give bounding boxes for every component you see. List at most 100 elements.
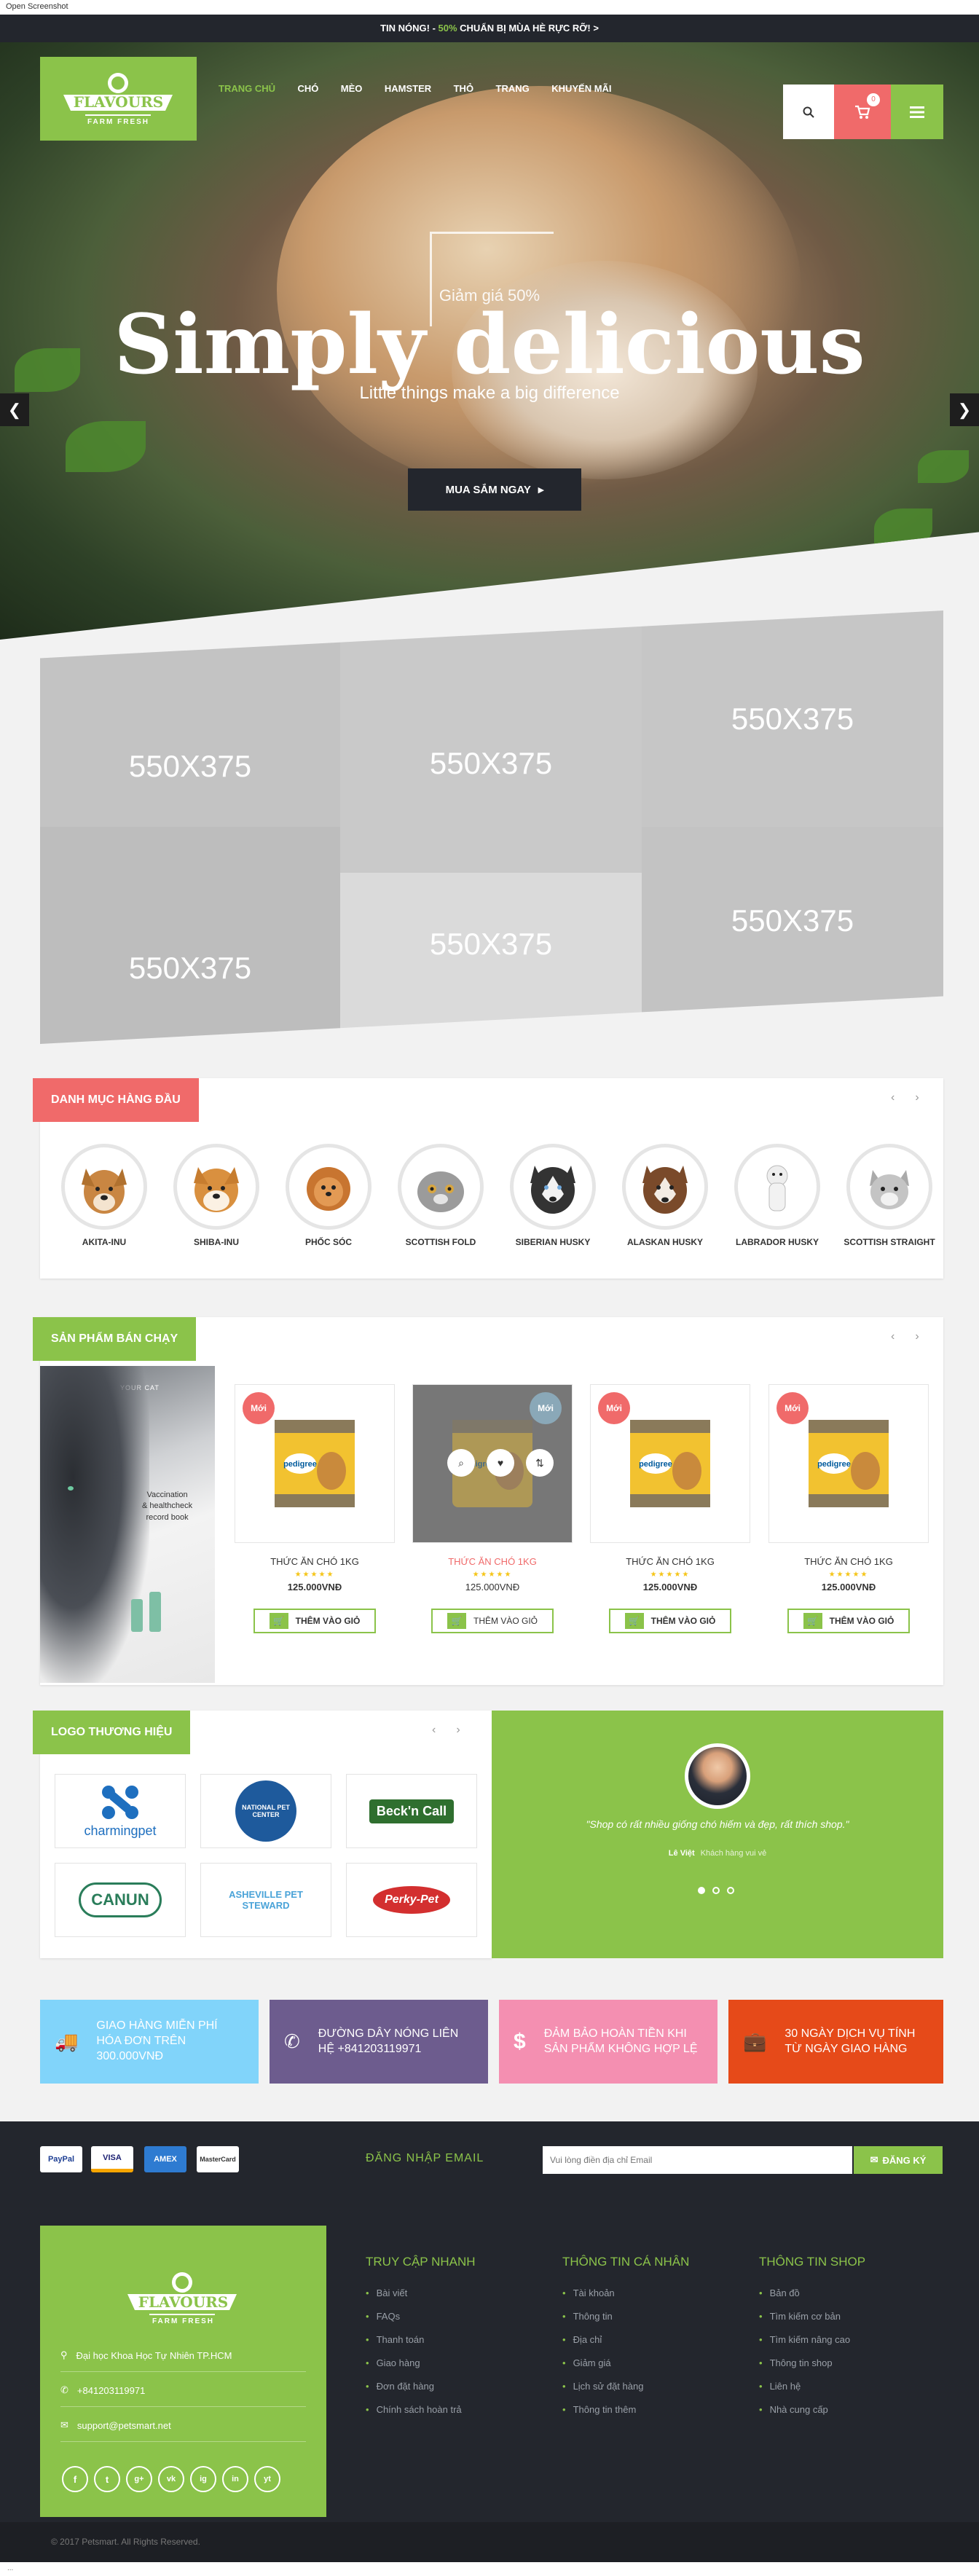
add-to-cart-button[interactable]: 🛒 THÊM VÀO GIỎ: [253, 1609, 376, 1633]
carousel-dot[interactable]: [712, 1887, 720, 1894]
cart-button[interactable]: [834, 85, 891, 139]
footer-phone[interactable]: ✆ +841203119971: [60, 2384, 306, 2396]
announcement-bar[interactable]: TIN NÓNG! - 50% CHUẨN BỊ MÙA HÈ RỰC RỠ! …: [0, 15, 979, 42]
footer-link[interactable]: Địa chỉ: [562, 2334, 643, 2345]
category-item[interactable]: SCOTTISH STRAIGHT: [842, 1144, 937, 1247]
instagram-icon[interactable]: ig: [190, 2466, 216, 2492]
product-image[interactable]: pedigree Mới ⌕ ♥ ⇅: [412, 1384, 573, 1543]
footer-link[interactable]: Thông tin: [562, 2311, 643, 2322]
footer-link[interactable]: Bài viết: [366, 2288, 462, 2298]
testimonial-role: Khách hàng vui vẻ: [700, 1849, 767, 1858]
footer-link[interactable]: Bản đồ: [759, 2288, 850, 2298]
product-image[interactable]: pedigree Mới: [235, 1384, 395, 1543]
brand-logo[interactable]: ASHEVILLE PET STEWARD: [200, 1863, 331, 1937]
footer-link[interactable]: Thông tin shop: [759, 2357, 850, 2368]
footer-link[interactable]: Chính sách hoàn trả: [366, 2404, 462, 2415]
heart-icon[interactable]: ♥: [487, 1449, 514, 1477]
carousel-dot[interactable]: [698, 1887, 705, 1894]
nav-item-dog[interactable]: CHÓ: [297, 83, 318, 94]
product-card[interactable]: pedigree Mới THỨC ĂN CHÓ 1KG ★★★★★ 125.0…: [235, 1384, 395, 1633]
carousel-prev-button[interactable]: ‹: [891, 1091, 895, 1104]
promo-banner[interactable]: 550X375: [642, 827, 943, 1044]
add-to-cart-label: THÊM VÀO GIỎ: [829, 1616, 895, 1626]
footer-link[interactable]: Tìm kiếm nâng cao: [759, 2334, 851, 2345]
footer-link[interactable]: Thông tin thêm: [562, 2404, 643, 2415]
product-name[interactable]: THỨC ĂN CHÓ 1KG: [235, 1556, 395, 1567]
footer-link[interactable]: Lịch sử đặt hàng: [562, 2381, 644, 2392]
service-money-back[interactable]: $ ĐẢM BẢO HOÀN TIỀN KHI SẢN PHẨM KHÔNG HỢ…: [499, 2000, 717, 2084]
brand-logo[interactable]: NATIONAL PET CENTER: [200, 1774, 331, 1848]
product-card[interactable]: pedigree Mới ⌕ ♥ ⇅ THỨC ĂN CHÓ 1KG ★★★★★…: [412, 1384, 573, 1633]
footer-email[interactable]: ✉ support@petsmart.net: [60, 2419, 306, 2431]
carousel-next-button[interactable]: ›: [915, 1330, 919, 1343]
shop-now-button[interactable]: MUA SẮM NGAY ▸: [408, 468, 581, 511]
category-item[interactable]: SCOTTISH FOLD: [393, 1144, 488, 1247]
brand-logo[interactable]: charmingpet: [55, 1774, 186, 1848]
footer-link[interactable]: Đơn đặt hàng: [366, 2381, 462, 2392]
add-to-cart-button[interactable]: 🛒 THÊM VÀO GIỎ: [609, 1609, 731, 1633]
brand-logo[interactable]: CANUN: [55, 1863, 186, 1937]
promo-banner[interactable]: 550X375: [340, 610, 642, 873]
service-free-shipping[interactable]: 🚚 GIAO HÀNG MIỄN PHÍ HÓA ĐƠN TRÊN 300.000…: [40, 2000, 259, 2084]
svg-text:pedigree: pedigree: [817, 1460, 851, 1469]
slider-next-button[interactable]: ❯: [950, 393, 979, 426]
nav-item-cat[interactable]: MÈO: [341, 83, 363, 94]
nav-item-home[interactable]: TRANG CHỦ: [219, 83, 275, 94]
footer-link[interactable]: Nhà cung cấp: [759, 2404, 850, 2415]
compare-icon[interactable]: ⇅: [526, 1449, 554, 1477]
carousel-next-button[interactable]: ›: [456, 1724, 460, 1736]
promo-banner[interactable]: 550X375: [340, 873, 642, 1044]
facebook-icon[interactable]: f: [62, 2466, 88, 2492]
product-name[interactable]: THỨC ĂN CHÓ 1KG: [590, 1556, 750, 1567]
footer-link[interactable]: Tài khoản: [562, 2288, 643, 2298]
nav-item-pages[interactable]: TRANG: [496, 83, 530, 94]
service-30-days[interactable]: 💼 30 NGÀY DỊCH VỤ TÍNH TỪ NGÀY GIAO HÀNG: [728, 2000, 943, 2084]
logo[interactable]: FLAVOURS FARM FRESH: [40, 57, 197, 141]
brand-logo[interactable]: Beck'n Call: [346, 1774, 477, 1848]
carousel-prev-button[interactable]: ‹: [432, 1724, 436, 1736]
slider-prev-button[interactable]: ❮: [0, 393, 29, 426]
category-item[interactable]: AKITA-INU: [57, 1144, 152, 1247]
nav-item-hamster[interactable]: HAMSTER: [385, 83, 431, 94]
product-name[interactable]: THỨC ĂN CHÓ 1KG: [412, 1556, 573, 1567]
product-image[interactable]: pedigree Mới: [768, 1384, 929, 1543]
add-to-cart-button[interactable]: 🛒 THÊM VÀO GIỎ: [431, 1609, 554, 1633]
category-item[interactable]: PHỐC SÓC: [281, 1144, 376, 1247]
footer-link[interactable]: FAQs: [366, 2311, 462, 2322]
product-image[interactable]: pedigree Mới: [590, 1384, 750, 1543]
twitter-icon[interactable]: t: [94, 2466, 120, 2492]
carousel-prev-button[interactable]: ‹: [891, 1330, 895, 1343]
product-name[interactable]: THỨC ĂN CHÓ 1KG: [768, 1556, 929, 1567]
footer-link[interactable]: Tìm kiếm cơ bản: [759, 2311, 850, 2322]
vaccination-promo-image[interactable]: YOUR CAT Vaccination & healthcheck recor…: [40, 1366, 215, 1683]
category-item[interactable]: LABRADOR HUSKY: [730, 1144, 825, 1247]
service-hotline[interactable]: ✆ ĐƯỜNG DÂY NÓNG LIÊN HỆ +841203119971: [270, 2000, 488, 2084]
nav-item-rabbit[interactable]: THỎ: [454, 83, 473, 94]
promo-banner[interactable]: 550X375: [40, 827, 340, 1044]
add-to-cart-button[interactable]: 🛒 THÊM VÀO GIỎ: [787, 1609, 910, 1633]
carousel-dot[interactable]: [727, 1887, 734, 1894]
nav-item-promotions[interactable]: KHUYẾN MÃI: [551, 83, 611, 94]
menu-button[interactable]: [891, 85, 943, 139]
vk-icon[interactable]: vk: [158, 2466, 184, 2492]
product-card[interactable]: pedigree Mới THỨC ĂN CHÓ 1KG ★★★★★ 125.0…: [590, 1384, 750, 1633]
promo-banner[interactable]: 550X375: [642, 610, 943, 827]
quick-view-icon[interactable]: ⌕: [447, 1449, 475, 1477]
category-item[interactable]: SHIBA-INU: [169, 1144, 264, 1247]
category-item[interactable]: ALASKAN HUSKY: [618, 1144, 712, 1247]
footer-link[interactable]: Giảm giá: [562, 2357, 643, 2368]
product-card[interactable]: pedigree Mới THỨC ĂN CHÓ 1KG ★★★★★ 125.0…: [768, 1384, 929, 1633]
subscribe-button[interactable]: ✉ ĐĂNG KÝ: [854, 2146, 943, 2174]
brand-logo[interactable]: Perky-Pet: [346, 1863, 477, 1937]
youtube-icon[interactable]: yt: [254, 2466, 280, 2492]
footer-link[interactable]: Thanh toán: [366, 2334, 462, 2345]
google-plus-icon[interactable]: g+: [126, 2466, 152, 2492]
email-input[interactable]: [543, 2146, 852, 2174]
carousel-next-button[interactable]: ›: [915, 1091, 919, 1104]
linkedin-icon[interactable]: in: [222, 2466, 248, 2492]
category-item[interactable]: SIBERIAN HUSKY: [506, 1144, 600, 1247]
promo-banner[interactable]: 550X375: [40, 610, 340, 827]
footer-link[interactable]: Liên hệ: [759, 2381, 850, 2392]
footer-link[interactable]: Giao hàng: [366, 2357, 462, 2368]
search-button[interactable]: [783, 85, 834, 139]
